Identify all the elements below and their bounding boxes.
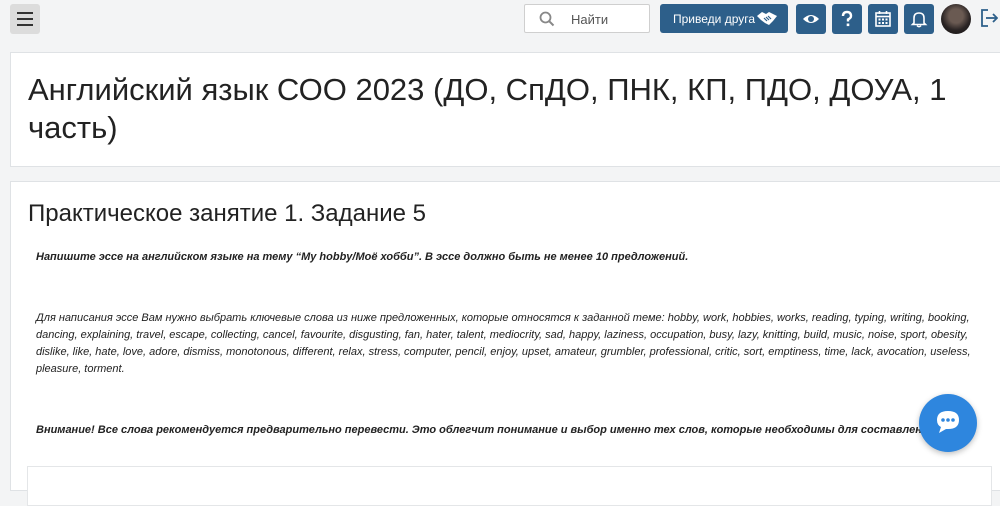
menu-icon[interactable] bbox=[10, 4, 40, 34]
assignment-title: Практическое занятие 1. Задание 5 bbox=[28, 200, 427, 227]
search-placeholder: Найти bbox=[571, 12, 609, 27]
assignment-card: Практическое занятие 1. Задание 5 Напиши… bbox=[10, 181, 1000, 506]
calendar-icon bbox=[875, 11, 891, 27]
submission-box bbox=[27, 466, 992, 506]
invite-friend-button[interactable]: Приведи друга bbox=[660, 4, 788, 33]
handshake-icon bbox=[757, 12, 777, 25]
assignment-instructions: Для написания эссе Вам нужно выбрать клю… bbox=[36, 312, 971, 375]
help-button[interactable] bbox=[832, 4, 862, 34]
course-header-card: Английский язык СОО 2023 (ДО, СпДО, ПНК,… bbox=[10, 52, 1000, 167]
eye-icon bbox=[803, 15, 819, 23]
course-title: Английский язык СОО 2023 (ДО, СпДО, ПНК,… bbox=[28, 72, 947, 145]
invite-friend-label: Приведи друга bbox=[673, 12, 756, 26]
avatar[interactable] bbox=[941, 4, 971, 34]
calendar-button[interactable] bbox=[868, 4, 898, 34]
chat-icon bbox=[937, 411, 959, 433]
search-icon bbox=[539, 11, 555, 27]
search-input[interactable]: Найти bbox=[524, 4, 650, 33]
assignment-task: Напишите эссе на английском языке на тем… bbox=[36, 251, 689, 263]
assignment-note: Внимание! Все слова рекомендуется предва… bbox=[36, 424, 966, 436]
notifications-button[interactable] bbox=[904, 4, 934, 34]
chat-button[interactable] bbox=[919, 394, 977, 452]
help-icon bbox=[841, 10, 853, 27]
bell-icon bbox=[910, 12, 928, 28]
eye-button[interactable] bbox=[796, 4, 826, 34]
top-navbar: Найти Приведи друга bbox=[0, 0, 1000, 40]
logout-icon[interactable] bbox=[980, 8, 998, 28]
